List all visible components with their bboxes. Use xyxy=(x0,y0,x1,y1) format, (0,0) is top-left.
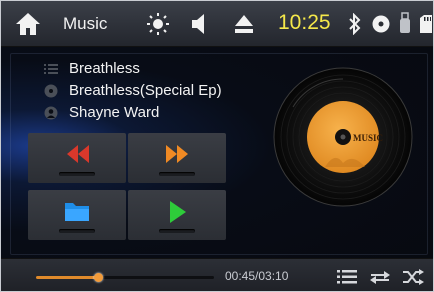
playback-time: 00:45/03:10 xyxy=(225,269,289,283)
sd-card-icon xyxy=(420,15,432,33)
repeat-icon[interactable] xyxy=(369,268,391,286)
track-artist: Shayne Ward xyxy=(69,104,160,121)
status-bar: Music 10:25 xyxy=(1,1,433,47)
shuffle-icon[interactable] xyxy=(402,268,424,286)
volume-icon[interactable] xyxy=(191,13,211,35)
progress-knob[interactable] xyxy=(94,273,104,282)
album-label-text: MUSIC xyxy=(353,133,383,143)
button-indicator xyxy=(159,229,195,233)
button-indicator xyxy=(59,172,95,176)
progress-slider[interactable] xyxy=(36,273,214,282)
track-title: Breathless xyxy=(69,60,140,77)
bluetooth-icon xyxy=(349,13,361,35)
track-album: Breathless(Special Ep) xyxy=(69,82,222,99)
play-button[interactable] xyxy=(128,190,226,240)
next-button[interactable] xyxy=(128,133,226,183)
page-title: Music xyxy=(63,14,108,33)
button-indicator xyxy=(59,229,95,233)
previous-button[interactable] xyxy=(28,133,126,183)
progress-fill xyxy=(36,276,99,279)
button-indicator xyxy=(159,172,195,176)
music-player-window: Music 10:25 Breathless Breathless(Specia… xyxy=(0,0,434,292)
disc-icon xyxy=(372,15,390,33)
home-icon[interactable] xyxy=(15,12,41,36)
album-art-vinyl: MUSIC xyxy=(273,67,413,207)
playlist-icon[interactable] xyxy=(337,269,357,285)
playback-bar: 00:45/03:10 xyxy=(1,258,433,291)
clock: 10:25 xyxy=(278,11,331,34)
album-icon xyxy=(44,84,58,98)
usb-icon xyxy=(400,12,410,33)
song-list-icon xyxy=(44,64,58,74)
eject-icon[interactable] xyxy=(234,14,254,34)
brightness-icon[interactable] xyxy=(146,12,170,36)
artist-icon xyxy=(44,106,58,120)
folder-button[interactable] xyxy=(28,190,126,240)
